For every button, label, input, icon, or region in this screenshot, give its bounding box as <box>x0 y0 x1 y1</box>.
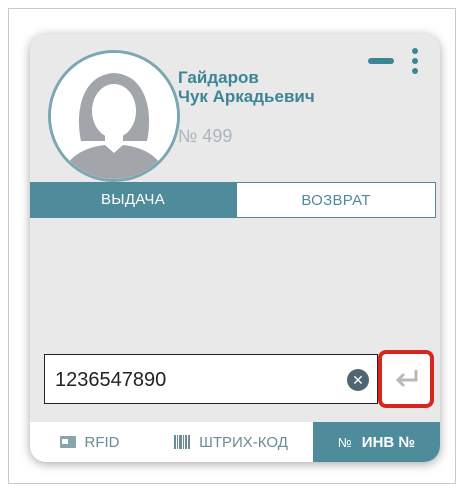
code-input-box: ✕ <box>44 354 378 405</box>
mode-rfid[interactable]: RFID <box>30 422 148 462</box>
minimize-icon[interactable] <box>368 58 394 64</box>
enter-button[interactable] <box>378 350 434 408</box>
rfid-card-icon <box>59 435 77 449</box>
mode-inventory[interactable]: № ИНВ № <box>313 422 440 462</box>
tab-return[interactable]: ВОЗВРАТ <box>236 182 436 218</box>
code-input[interactable] <box>53 355 337 405</box>
operation-tabs: ВЫДАЧА ВОЗВРАТ <box>30 182 440 218</box>
kebab-menu-icon[interactable] <box>411 48 419 78</box>
mode-barcode[interactable]: ШТРИХ-КОД <box>148 422 313 462</box>
barcode-icon <box>173 434 191 450</box>
mode-rfid-label: RFID <box>84 433 120 451</box>
mode-barcode-label: ШТРИХ-КОД <box>199 433 288 451</box>
user-avatar <box>48 50 180 182</box>
clear-icon[interactable]: ✕ <box>347 369 369 391</box>
user-surname: Гайдаров <box>178 68 259 87</box>
user-given-name: Чук Аркадьевич <box>178 87 315 106</box>
reader-widget: Гайдаров Чук Аркадьевич № 499 ВЫДАЧА ВОЗ… <box>30 34 440 462</box>
number-sign-icon: № <box>337 434 352 450</box>
enter-icon <box>395 370 418 388</box>
mode-inventory-label: ИНВ № <box>361 433 416 451</box>
user-number: № 499 <box>178 126 233 146</box>
tab-issue[interactable]: ВЫДАЧА <box>30 182 236 218</box>
input-mode-bar: RFID ШТРИХ-КОД № ИНВ № <box>30 422 440 462</box>
user-full-name: Гайдаров Чук Аркадьевич <box>178 68 315 106</box>
female-silhouette-icon <box>51 53 177 179</box>
